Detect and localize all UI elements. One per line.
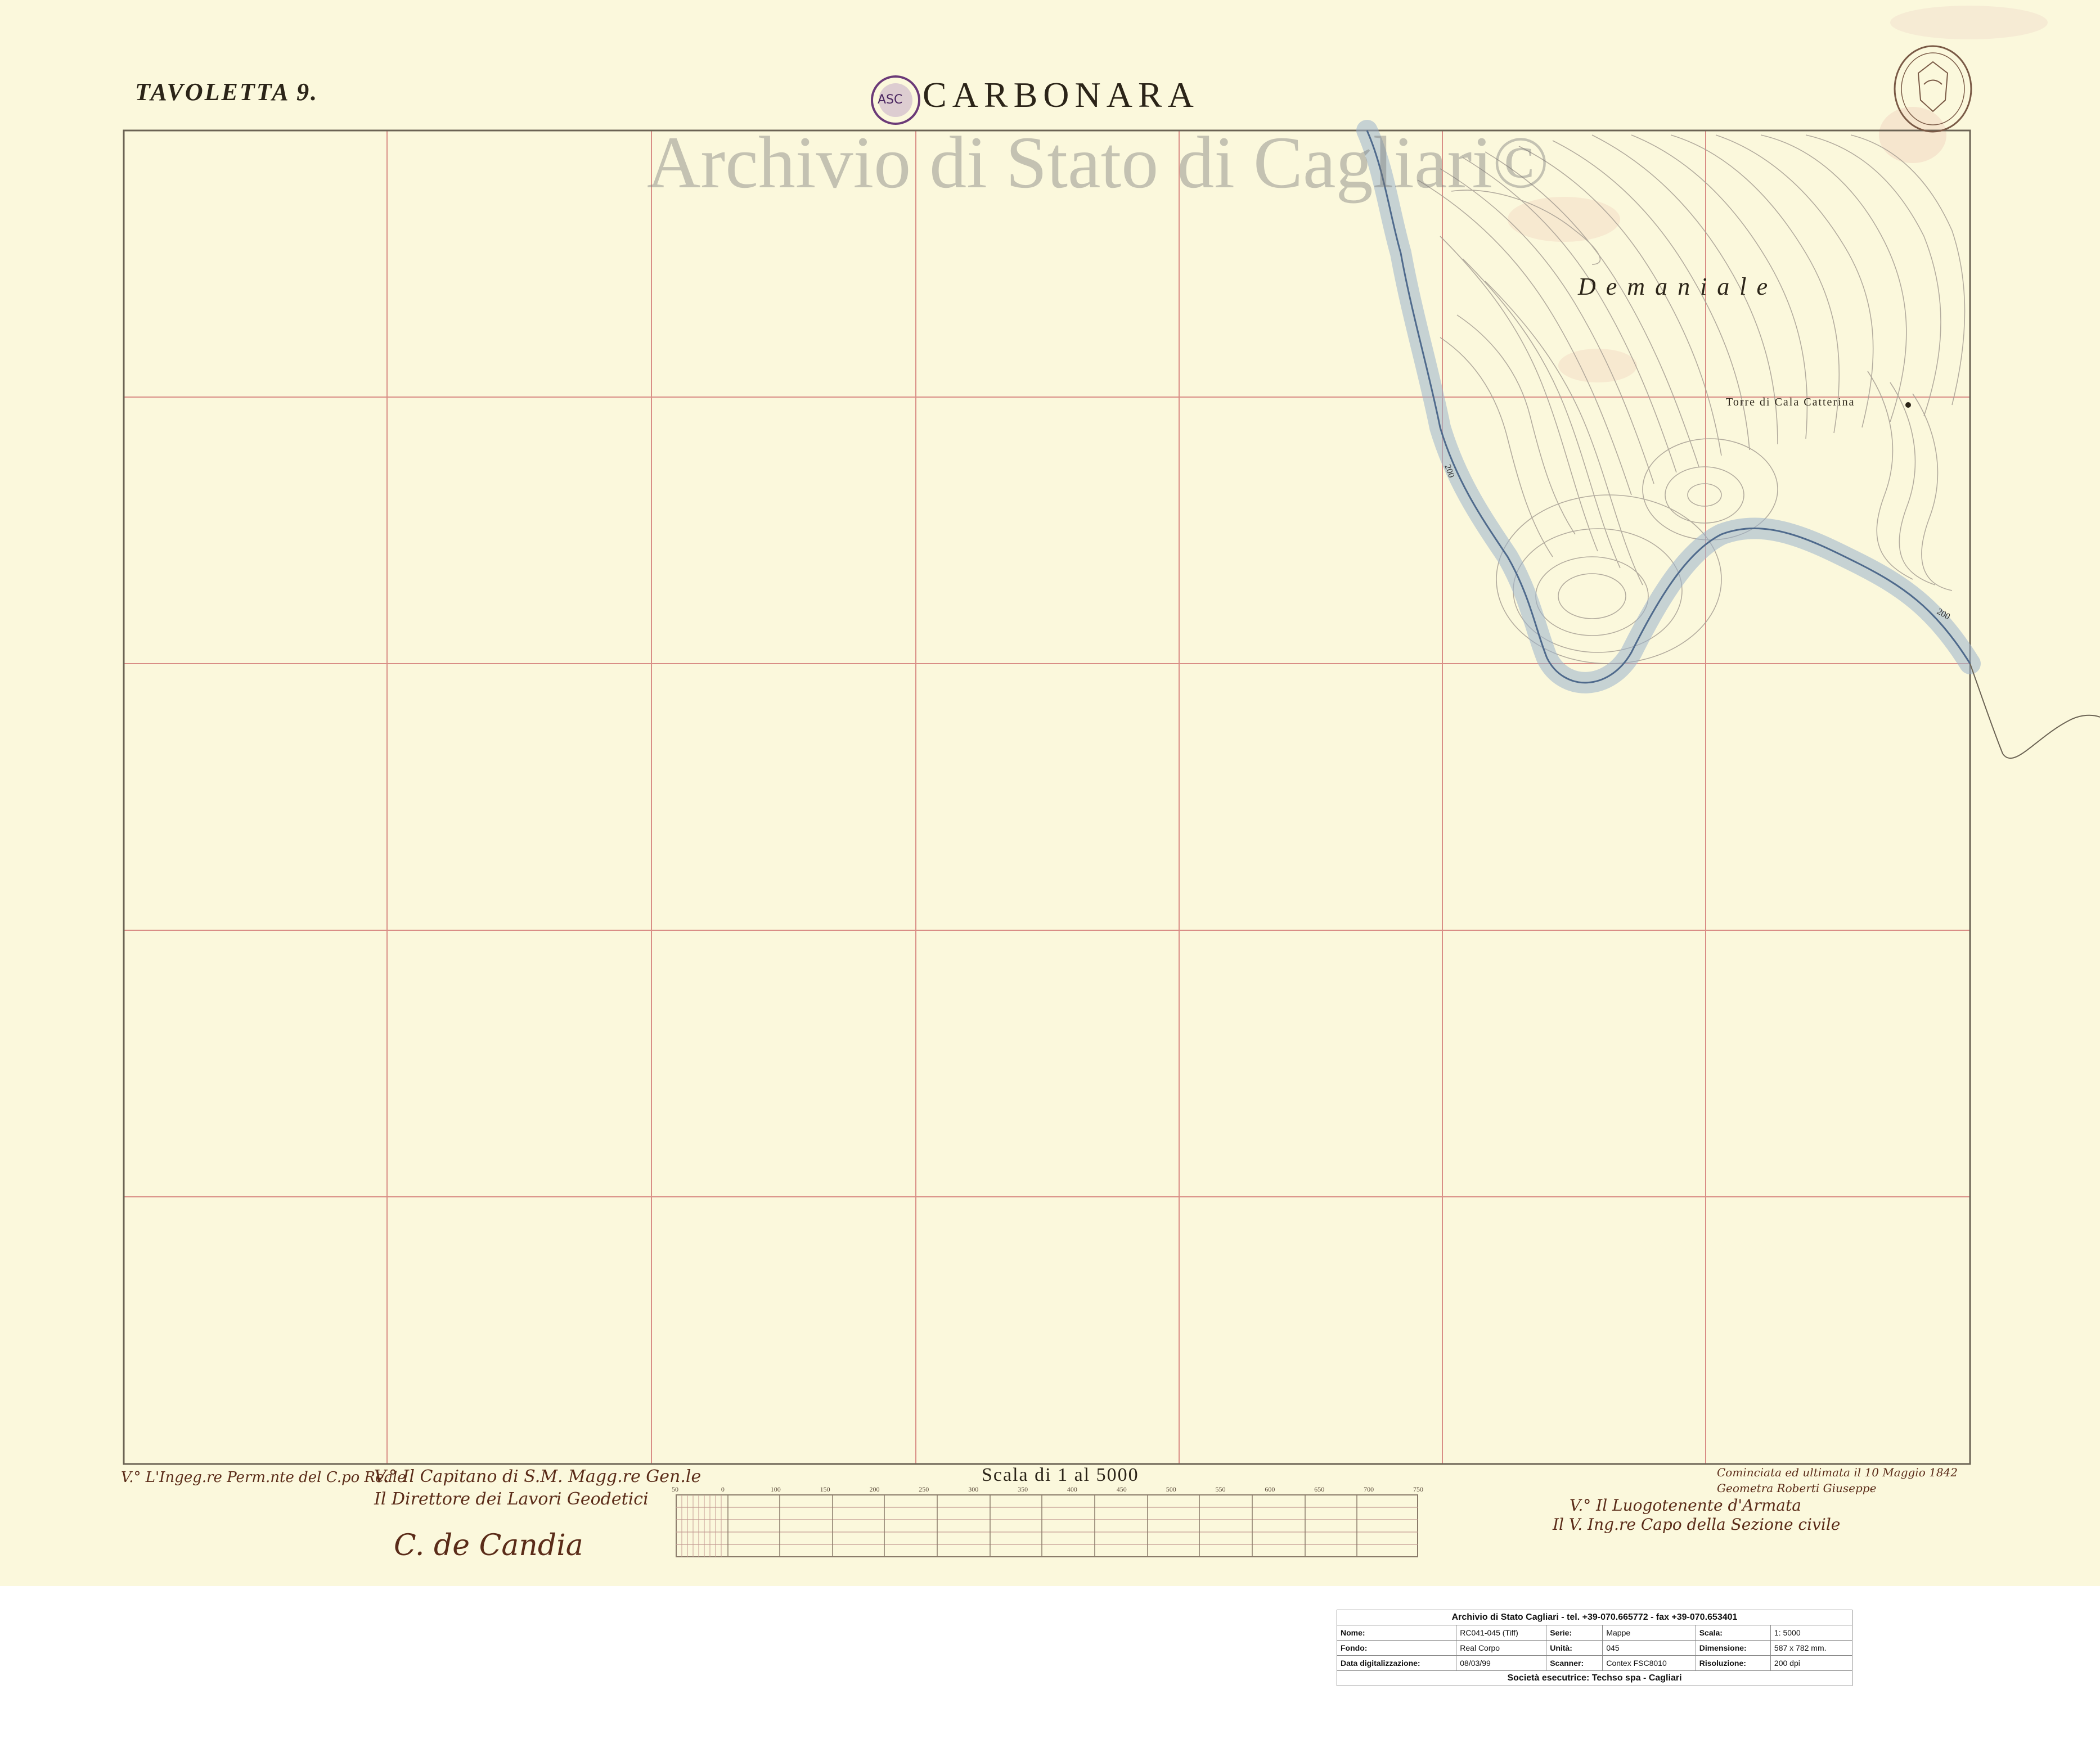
table-cell: Scanner: bbox=[1546, 1655, 1603, 1671]
table-cell: Real Corpo bbox=[1456, 1640, 1547, 1656]
place-name-torre: Torre di Cala Catterina bbox=[1726, 396, 1855, 408]
table-cell: Mappe bbox=[1602, 1625, 1696, 1641]
signature-luogotenente: V.° Il Luogotenente d'Armata bbox=[1570, 1496, 1801, 1515]
table-cell: Contex FSC8010 bbox=[1602, 1655, 1696, 1671]
scale-tick-label: 450 bbox=[1117, 1485, 1127, 1493]
signature-ingegnere-capo: Il V. Ing.re Capo della Sezione civile bbox=[1553, 1515, 1841, 1534]
table-cell: Serie: bbox=[1546, 1625, 1603, 1641]
info-table-header: Archivio di Stato Cagliari - tel. +39-07… bbox=[1337, 1610, 1852, 1625]
table-cell: Dimensione: bbox=[1695, 1640, 1771, 1656]
info-table-footer: Società esecutrice: Techso spa - Cagliar… bbox=[1337, 1670, 1852, 1686]
scale-tick-label: 400 bbox=[1067, 1485, 1077, 1493]
survey-grid bbox=[124, 130, 1970, 1464]
map-title: CARBONARA bbox=[923, 75, 1199, 115]
table-cell: RC041-045 (Tiff) bbox=[1456, 1625, 1547, 1641]
map-frame bbox=[123, 129, 1971, 1465]
signature-direttore: Il Direttore dei Lavori Geodetici bbox=[374, 1489, 649, 1509]
table-cell: 1: 5000 bbox=[1770, 1625, 1853, 1641]
table-cell: Fondo: bbox=[1336, 1640, 1457, 1656]
scale-tick-label: 500 bbox=[1166, 1485, 1176, 1493]
table-cell: Unità: bbox=[1546, 1640, 1603, 1656]
table-row: Nome: RC041-045 (Tiff) Serie: Mappe Scal… bbox=[1336, 1625, 1853, 1641]
map-sheet: 200 200 ASC 50 0 100 150 200 250 300 350… bbox=[0, 0, 2100, 1586]
scale-tick-label: 750 bbox=[1413, 1485, 1423, 1493]
map-drawing: 200 200 ASC 50 0 100 150 200 250 300 350… bbox=[123, 6, 2100, 1557]
scale-tick-label: 650 bbox=[1314, 1485, 1324, 1493]
archive-info-table: Archivio di Stato Cagliari - tel. +39-07… bbox=[1336, 1610, 1853, 1686]
scale-tick-label: 550 bbox=[1216, 1485, 1226, 1493]
table-cell: 045 bbox=[1602, 1640, 1696, 1656]
sheet-label: TAVOLETTA 9. bbox=[135, 78, 319, 106]
scale-tick-label: 200 bbox=[870, 1485, 880, 1493]
signature-ingegnere: V.° L'Ingeg.re Perm.nte del C.po Reale bbox=[121, 1469, 406, 1486]
table-cell: Nome: bbox=[1336, 1625, 1457, 1641]
signature-date-note: Cominciata ed ultimata il 10 Maggio 1842 bbox=[1717, 1466, 1958, 1479]
table-cell: 200 dpi bbox=[1770, 1655, 1853, 1671]
scale-tick-label: 0 bbox=[721, 1485, 725, 1493]
table-cell: 08/03/99 bbox=[1456, 1655, 1547, 1671]
scale-tick-label: 50 bbox=[672, 1485, 678, 1493]
archive-stamp-icon: ASC bbox=[871, 75, 920, 125]
archive-watermark: Archivio di Stato di Cagliari© bbox=[647, 121, 1549, 204]
scale-tick-label: 250 bbox=[919, 1485, 929, 1493]
scale-tick-label: 150 bbox=[820, 1485, 830, 1493]
scale-tick-label: 600 bbox=[1265, 1485, 1275, 1493]
table-row: Fondo: Real Corpo Unità: 045 Dimensione:… bbox=[1336, 1640, 1853, 1656]
tower-marker bbox=[1905, 402, 1911, 408]
scale-tick-label: 350 bbox=[1018, 1485, 1028, 1493]
signature-capitano: V.° Il Capitano di S.M. Magg.re Gen.le bbox=[374, 1467, 702, 1486]
scale-bar: 50 0 100 150 200 250 300 350 400 450 500 550 600 650 7… bbox=[672, 1485, 1423, 1557]
table-cell: Data digitalizzazione: bbox=[1336, 1655, 1457, 1671]
scale-tick-label: 100 bbox=[771, 1485, 781, 1493]
table-cell: Risoluzione: bbox=[1695, 1655, 1771, 1671]
table-cell: Scala: bbox=[1695, 1625, 1771, 1641]
place-name-demaniale: Demaniale bbox=[1578, 273, 1778, 300]
table-row: Data digitalizzazione: 08/03/99 Scanner:… bbox=[1336, 1655, 1853, 1671]
signature-geometra: Geometra Roberti Giuseppe bbox=[1717, 1481, 1877, 1495]
table-cell: 587 x 782 mm. bbox=[1770, 1640, 1853, 1656]
svg-text:ASC: ASC bbox=[878, 93, 902, 107]
scale-label: Scala di 1 al 5000 bbox=[982, 1465, 1139, 1485]
signature-de-candia: C. de Candia bbox=[394, 1529, 583, 1562]
scale-tick-label: 700 bbox=[1364, 1485, 1374, 1493]
scale-tick-label: 300 bbox=[968, 1485, 978, 1493]
